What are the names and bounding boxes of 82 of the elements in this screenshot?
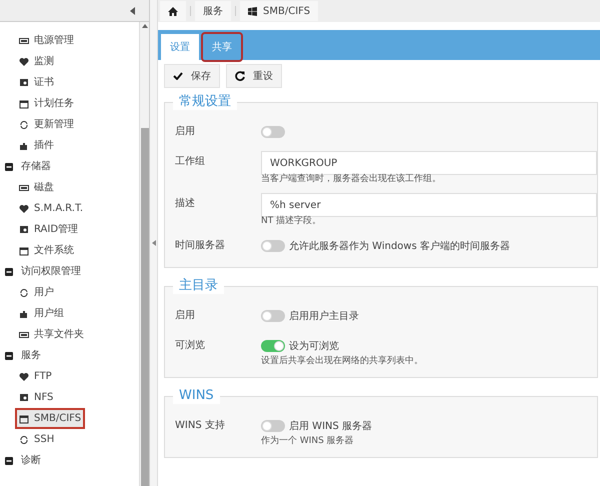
item-icon bbox=[19, 434, 29, 444]
item-icon bbox=[19, 98, 29, 108]
field-label: 时间服务器 bbox=[175, 238, 226, 253]
item-icon bbox=[19, 182, 29, 192]
scrollbar[interactable] bbox=[139, 22, 149, 486]
field-label: 可浏览 bbox=[175, 338, 206, 353]
collapse-icon[interactable] bbox=[5, 456, 13, 464]
nav-group[interactable]: 诊断 bbox=[21, 453, 41, 468]
nav-item[interactable]: RAID管理 bbox=[17, 221, 80, 238]
scrollbar-thumb[interactable] bbox=[140, 128, 148, 486]
field-label: WINS 支持 bbox=[175, 418, 226, 433]
nav-group[interactable]: 访问权限管理 bbox=[21, 264, 81, 279]
nav-group[interactable]: 存储器 bbox=[21, 159, 51, 174]
field-label: 启用 bbox=[175, 308, 196, 323]
reload-icon bbox=[235, 71, 245, 81]
tab[interactable]: 设置 bbox=[161, 34, 199, 60]
collapse-icon[interactable] bbox=[130, 6, 135, 14]
toggle-label: 设为可浏览 bbox=[289, 340, 339, 354]
field-label: 启用 bbox=[175, 124, 196, 139]
item-icon bbox=[19, 330, 29, 340]
item-icon bbox=[19, 56, 29, 66]
toggle-label: 启用用户主目录 bbox=[289, 310, 359, 324]
item-icon bbox=[19, 204, 29, 214]
home-icon bbox=[168, 6, 178, 16]
item-icon bbox=[19, 224, 29, 234]
breadcrumb-item[interactable]: 服务 bbox=[195, 1, 231, 21]
home-button[interactable] bbox=[160, 1, 186, 21]
item-icon bbox=[19, 288, 29, 298]
item-icon bbox=[19, 372, 29, 382]
item-icon bbox=[19, 392, 29, 402]
item-icon bbox=[19, 246, 29, 256]
toggle-switch[interactable] bbox=[261, 420, 285, 432]
toggle-switch[interactable] bbox=[261, 310, 285, 322]
item-icon bbox=[19, 414, 29, 424]
item-icon bbox=[19, 308, 29, 318]
text-field[interactable]: %h server bbox=[261, 193, 597, 217]
nav-item[interactable]: FTP bbox=[17, 368, 54, 385]
check-icon bbox=[173, 72, 183, 80]
nav-item[interactable]: 文件系统 bbox=[17, 242, 76, 259]
collapse-icon[interactable] bbox=[5, 268, 13, 276]
nav-item[interactable]: 共享文件夹 bbox=[17, 326, 86, 343]
item-icon bbox=[19, 120, 29, 130]
nav-item[interactable]: S.M.A.R.T. bbox=[17, 200, 86, 217]
nav-item[interactable]: 计划任务 bbox=[17, 95, 76, 112]
section-title: 主目录 bbox=[173, 278, 224, 294]
toggle-switch[interactable] bbox=[261, 126, 285, 138]
field-hint: 作为一个 WINS 服务器 bbox=[261, 436, 355, 447]
field-label: 工作组 bbox=[175, 155, 206, 169]
toggle-switch[interactable] bbox=[261, 340, 285, 352]
scroll-up-icon[interactable] bbox=[142, 24, 148, 28]
toggle-label: 启用 WINS 服务器 bbox=[289, 420, 372, 434]
collapse-icon[interactable] bbox=[5, 352, 13, 360]
nav-item[interactable]: 用户组 bbox=[17, 305, 66, 322]
nav-item[interactable]: SSH bbox=[17, 431, 56, 448]
nav-item[interactable]: 更新管理 bbox=[17, 116, 76, 133]
nav-item[interactable]: SMB/CIFS bbox=[17, 410, 84, 427]
field-label: 描述 bbox=[175, 196, 196, 211]
nav-item[interactable]: 磁盘 bbox=[17, 179, 56, 196]
save-button[interactable]: 保存 bbox=[164, 64, 220, 88]
field-hint: 当客户端查询时，服务器会出现在该工作组。 bbox=[261, 174, 442, 185]
nav-item[interactable]: 用户 bbox=[17, 284, 56, 301]
nav-item[interactable]: 监测 bbox=[17, 53, 56, 70]
collapse-icon[interactable] bbox=[5, 162, 13, 170]
nav-item[interactable]: 电源管理 bbox=[17, 32, 76, 49]
item-icon bbox=[19, 36, 29, 46]
nav-item[interactable]: NFS bbox=[17, 389, 56, 406]
collapse-arrow-icon[interactable] bbox=[152, 240, 156, 246]
toggle-switch[interactable] bbox=[261, 240, 285, 252]
nav-item[interactable]: 证书 bbox=[17, 74, 56, 91]
reset-button[interactable]: 重设 bbox=[226, 64, 282, 88]
breadcrumb-item[interactable]: SMB/CIFS bbox=[240, 1, 318, 21]
section-title: 常规设置 bbox=[173, 94, 237, 110]
text-field[interactable]: WORKGROUP bbox=[261, 151, 597, 175]
item-icon bbox=[19, 78, 29, 88]
field-hint: NT 描述字段。 bbox=[261, 216, 322, 227]
nav-item[interactable]: 插件 bbox=[17, 137, 56, 154]
item-icon bbox=[19, 140, 29, 150]
field-hint: 设置后共享会出现在网络的共享列表中。 bbox=[261, 356, 424, 367]
toggle-label: 允许此服务器作为 Windows 客户端的时间服务器 bbox=[289, 240, 510, 254]
windows-icon bbox=[248, 6, 257, 16]
nav-group[interactable]: 服务 bbox=[21, 348, 41, 363]
section-title: WINS bbox=[173, 388, 220, 404]
